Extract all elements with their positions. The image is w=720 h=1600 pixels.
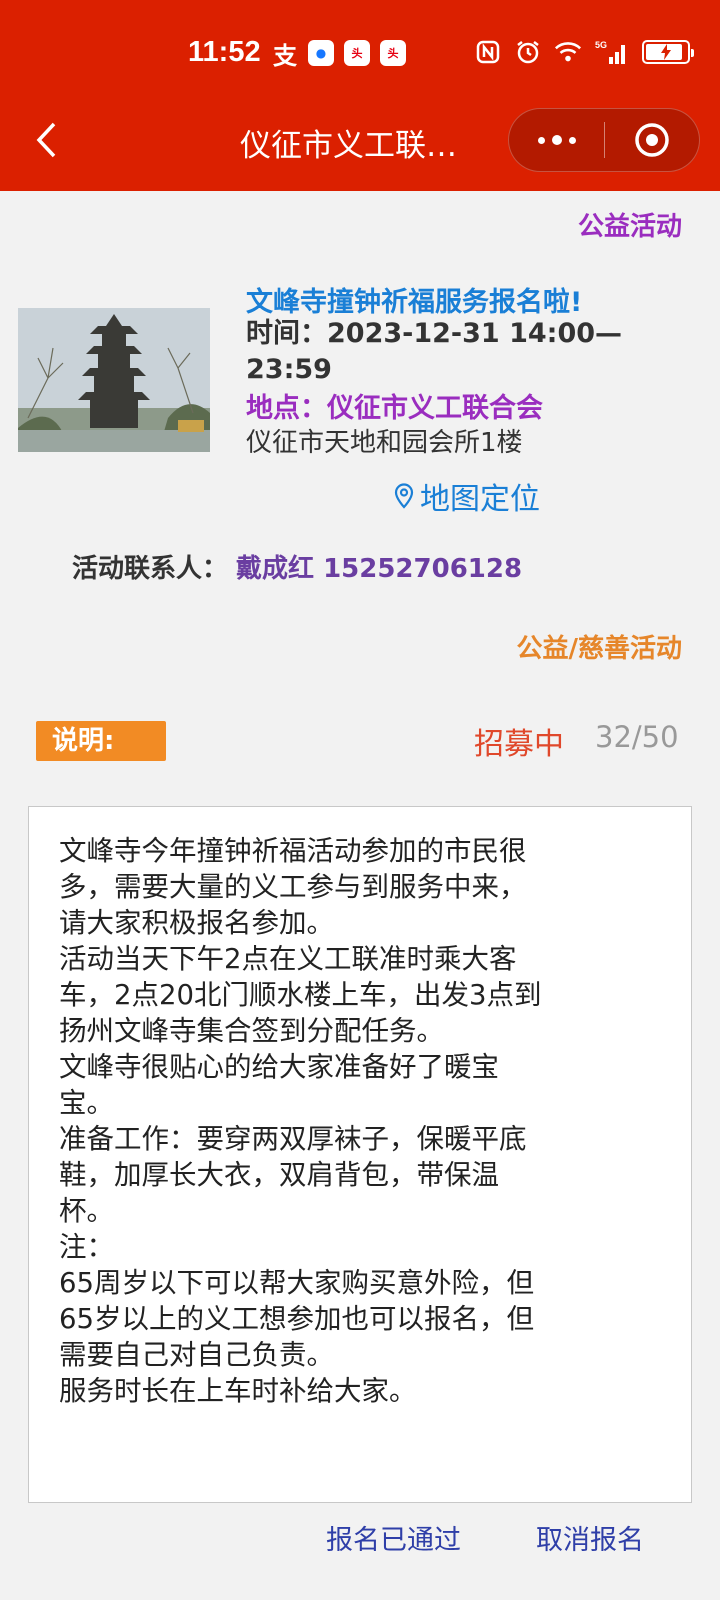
activity-thumbnail[interactable] [18,308,210,452]
description-badge: 说明: [36,721,166,761]
cancel-signup-button[interactable]: 取消报名 [536,1518,644,1557]
wifi-icon [554,38,582,66]
description-line: 杯。 [59,1195,114,1227]
description-line: 准备工作：要穿两双厚袜子，保暖平底 [59,1123,527,1155]
toutiao-icon-2: 头 [380,40,406,66]
map-location-button[interactable]: 地图定位 [394,474,540,518]
contact-label: 活动联系人： [72,554,229,584]
activity-address: 仪征市天地和园会所1楼 [246,428,523,458]
map-location-label: 地图定位 [420,482,540,517]
activity-type-tag: 公益/慈善活动 [516,634,683,664]
description-line: 宝。 [59,1087,114,1119]
alipay-icon: 支 [273,41,297,70]
chevron-left-icon [36,122,56,158]
description-line: 车，2点20北门顺水楼上车，出发3点到 [59,979,542,1011]
contact-row: 活动联系人： 戴成红 15252706128 [72,548,522,585]
activity-place: 地点：仪征市义工联合会 [246,393,543,424]
description-line: 65岁以上的义工想参加也可以报名，但 [59,1303,534,1335]
miniprogram-capsule [508,108,700,172]
back-button[interactable] [26,116,66,164]
status-time: 11:52 [188,36,261,68]
description-line: 鞋，加厚长大衣，双肩背包，带保温 [59,1159,499,1191]
page-title: 仪征市义工联… [240,128,457,164]
target-close-icon [635,123,669,157]
description-line: 服务时长在上车时补给大家。 [59,1375,417,1407]
activity-title[interactable]: 文峰寺撞钟祈福服务报名啦! [246,280,582,319]
recruit-status: 招募中 [474,727,564,762]
close-miniprogram-button[interactable] [605,108,699,172]
location-pin-icon [394,483,414,509]
svg-text:5G: 5G [595,40,607,50]
signup-approved-button[interactable]: 报名已通过 [326,1518,461,1557]
contact-phone[interactable]: 戴成红 15252706128 [236,548,522,585]
description-line: 文峰寺今年撞钟祈福活动参加的市民很 [59,835,527,867]
recruit-count: 32/50 [595,720,679,754]
toutiao-icon: 头 [344,40,370,66]
description-box: 文峰寺今年撞钟祈福活动参加的市民很 多，需要大量的义工参与到服务中来， 请大家积… [28,806,692,1503]
nfc-icon [474,38,502,66]
status-app-icons: 支 ● 头 头 [272,40,406,70]
description-line: 扬州文峰寺集合签到分配任务。 [59,1015,444,1047]
description-line: 请大家积极报名参加。 [59,907,334,939]
battery-icon [642,40,694,64]
description-line: 需要自己对自己负责。 [59,1339,334,1371]
status-system-icons: 5G [474,38,694,66]
app-header: 11:52 支 ● 头 头 5G 仪征市义工联… [0,0,720,191]
description-line: 65周岁以下可以帮大家购买意外险，但 [59,1267,534,1299]
description-line: 注： [59,1231,114,1263]
more-dots-icon [537,136,545,144]
alarm-icon [514,38,542,66]
description-line: 多，需要大量的义工参与到服务中来， [59,871,527,903]
category-tag: 公益活动 [577,212,682,242]
app-blue-icon: ● [308,40,334,66]
more-button[interactable] [509,108,604,172]
description-line: 活动当天下午2点在义工联准时乘大客 [59,943,517,975]
description-line: 文峰寺很贴心的给大家准备好了暖宝 [59,1051,499,1083]
5g-signal-icon: 5G [594,38,630,66]
bottom-actions: 报名已通过 取消报名 [0,1518,720,1578]
activity-time: 时间：2023-12-31 14:00—23:59 [246,318,623,385]
